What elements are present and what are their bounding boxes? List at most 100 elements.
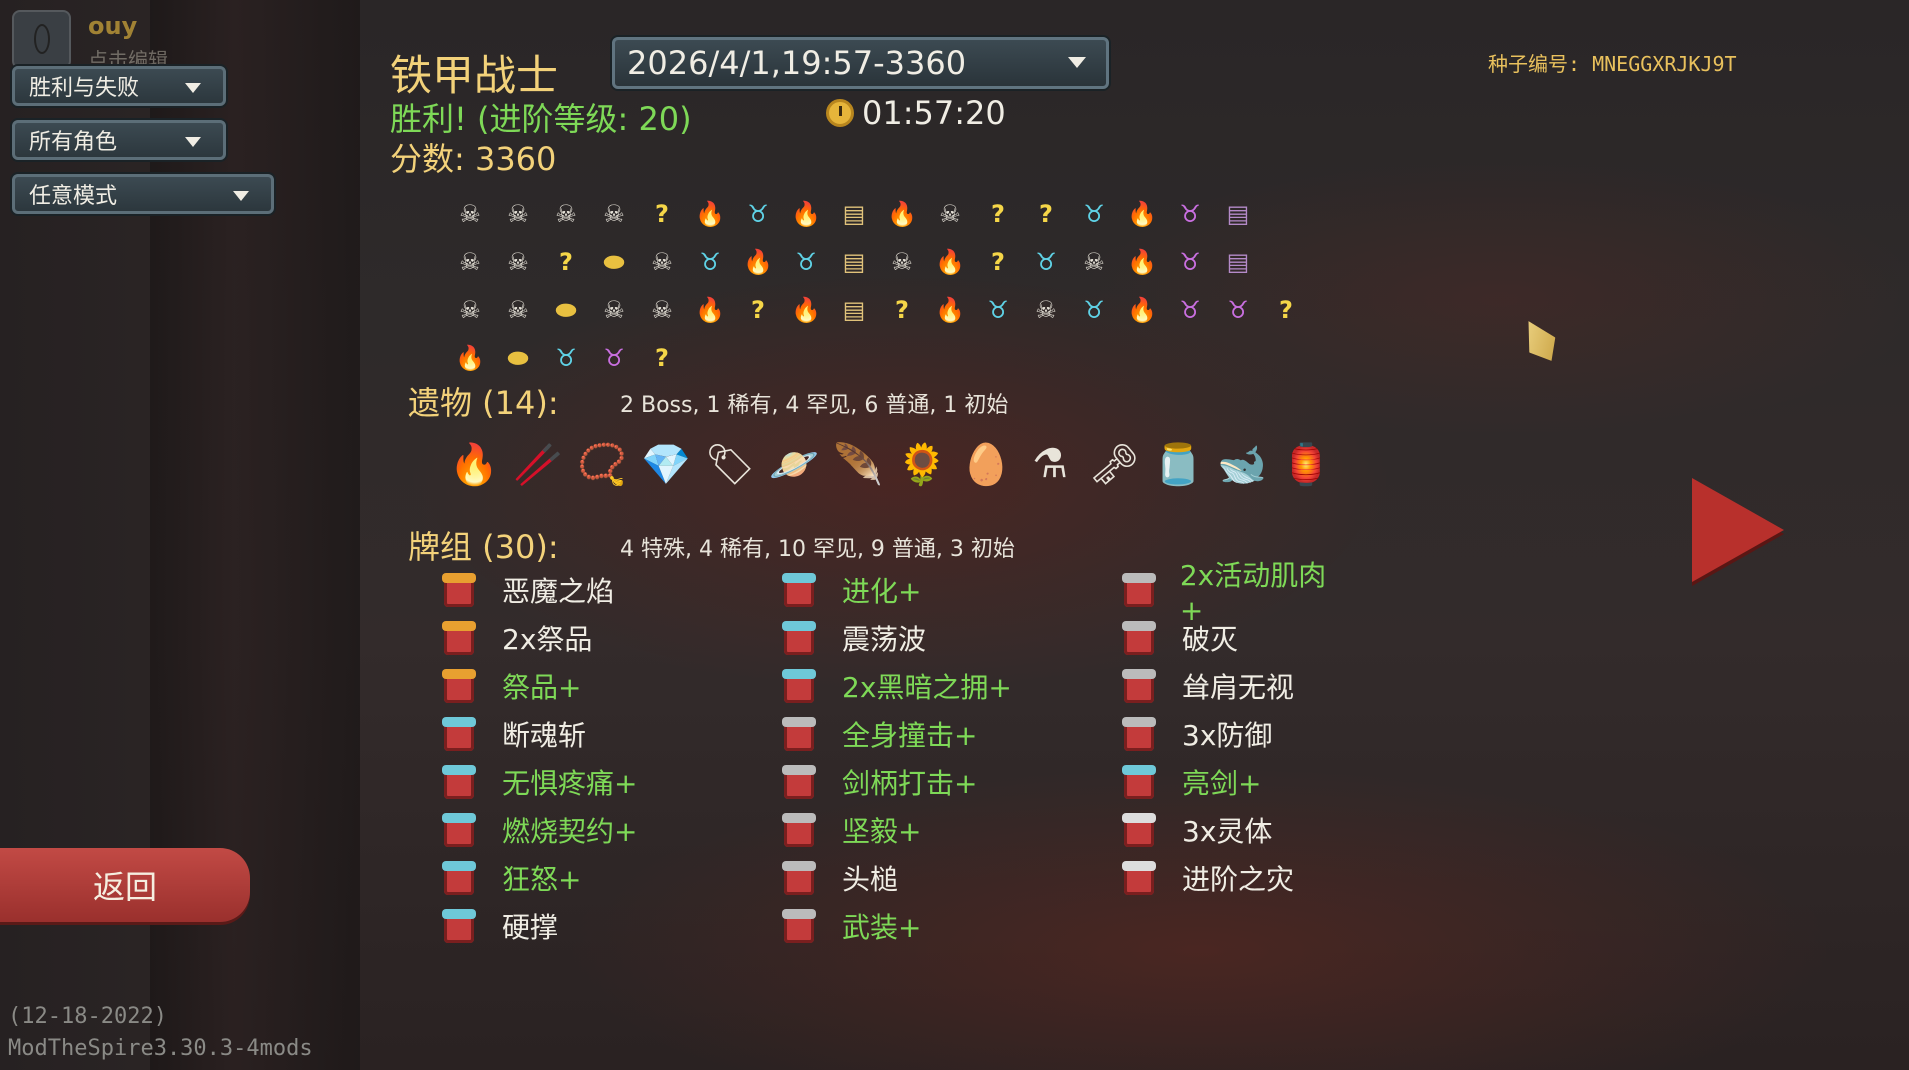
filter-character-dropdown[interactable]: 所有角色 bbox=[12, 120, 226, 160]
rest-site-icon[interactable]: 🔥 bbox=[782, 190, 830, 238]
deck-card[interactable]: 进化+ bbox=[780, 566, 921, 614]
deck-card[interactable]: 武装+ bbox=[780, 902, 921, 950]
rest-site-icon[interactable]: 🔥 bbox=[1118, 238, 1166, 286]
gem-relic-icon[interactable]: 💎 bbox=[634, 432, 698, 496]
deck-card[interactable]: 祭品+ bbox=[440, 662, 581, 710]
elite-icon[interactable]: ♉ bbox=[782, 238, 830, 286]
rest-site-icon[interactable]: 🔥 bbox=[926, 286, 974, 334]
run-select-dropdown[interactable]: 2026/4/1,19:57-3360 bbox=[612, 37, 1109, 89]
monster-icon[interactable]: ☠ bbox=[926, 190, 974, 238]
elite-icon[interactable]: ♉ bbox=[1022, 238, 1070, 286]
deck-card[interactable]: 耸肩无视 bbox=[1120, 662, 1294, 710]
deck-card[interactable]: 全身撞击+ bbox=[780, 710, 977, 758]
rest-site-icon[interactable]: 🔥 bbox=[878, 190, 926, 238]
monster-icon[interactable]: ☠ bbox=[590, 190, 638, 238]
burning-blood-relic-icon[interactable]: 🔥 bbox=[442, 432, 506, 496]
filter-mode-dropdown[interactable]: 任意模式 bbox=[12, 174, 274, 214]
shop-icon[interactable]: ⬬ bbox=[494, 334, 542, 382]
monster-icon[interactable]: ☠ bbox=[446, 190, 494, 238]
deck-card[interactable]: 狂怒+ bbox=[440, 854, 581, 902]
beads-relic-icon[interactable]: 📿 bbox=[570, 432, 634, 496]
elite-icon[interactable]: ♉ bbox=[542, 334, 590, 382]
deck-card[interactable]: 进阶之灾 bbox=[1120, 854, 1294, 902]
monster-icon[interactable]: ☠ bbox=[638, 286, 686, 334]
deck-card[interactable]: 2x活动肌肉+ bbox=[1120, 559, 1340, 627]
monster-icon[interactable]: ☠ bbox=[494, 238, 542, 286]
monster-icon[interactable]: ☠ bbox=[1022, 286, 1070, 334]
deck-card[interactable]: 无惧疼痛+ bbox=[440, 758, 637, 806]
monster-icon[interactable]: ☠ bbox=[494, 190, 542, 238]
flask-relic-icon[interactable]: ⚗ bbox=[1018, 432, 1082, 496]
unknown-room-icon[interactable]: ? bbox=[878, 286, 926, 334]
fire-jar-relic-icon[interactable]: 🏮 bbox=[1274, 432, 1338, 496]
elite-icon[interactable]: ♉ bbox=[1070, 190, 1118, 238]
monster-icon[interactable]: ☠ bbox=[638, 238, 686, 286]
boss-icon[interactable]: ♉ bbox=[1166, 190, 1214, 238]
unknown-room-icon[interactable]: ? bbox=[1022, 190, 1070, 238]
shop-icon[interactable]: ⬬ bbox=[542, 286, 590, 334]
rest-site-icon[interactable]: 🔥 bbox=[782, 286, 830, 334]
profile-avatar[interactable] bbox=[12, 10, 71, 69]
rest-site-icon[interactable]: 🔥 bbox=[686, 286, 734, 334]
deck-card[interactable]: 剑柄打击+ bbox=[780, 758, 977, 806]
deck-card[interactable]: 亮剑+ bbox=[1120, 758, 1261, 806]
monster-icon[interactable]: ☠ bbox=[542, 190, 590, 238]
deck-card[interactable]: 震荡波 bbox=[780, 614, 926, 662]
filter-result-dropdown[interactable]: 胜利与失败 bbox=[12, 66, 226, 106]
deck-card[interactable]: 破灭 bbox=[1120, 614, 1238, 662]
deck-card[interactable]: 3x灵体 bbox=[1120, 806, 1272, 854]
deck-card[interactable]: 坚毅+ bbox=[780, 806, 921, 854]
boss-icon[interactable]: ♉ bbox=[1166, 238, 1214, 286]
boss-icon[interactable]: ♉ bbox=[1166, 286, 1214, 334]
elite-icon[interactable]: ♉ bbox=[1070, 286, 1118, 334]
deck-card[interactable]: 燃烧契约+ bbox=[440, 806, 637, 854]
deck-card[interactable]: 3x防御 bbox=[1120, 710, 1272, 758]
unknown-room-icon[interactable]: ? bbox=[1262, 286, 1310, 334]
unknown-room-icon[interactable]: ? bbox=[734, 286, 782, 334]
deck-card[interactable]: 恶魔之焰 bbox=[440, 566, 614, 614]
unknown-room-icon[interactable]: ? bbox=[542, 238, 590, 286]
boss-chest-icon[interactable]: ▤ bbox=[1214, 238, 1262, 286]
sunflower-relic-icon[interactable]: 🌻 bbox=[890, 432, 954, 496]
orbit-relic-icon[interactable]: 🪐 bbox=[762, 432, 826, 496]
rest-site-icon[interactable]: 🔥 bbox=[1118, 286, 1166, 334]
tag-relic-icon[interactable]: 🏷 bbox=[698, 432, 762, 496]
monster-icon[interactable]: ☠ bbox=[494, 286, 542, 334]
boss-icon[interactable]: ♉ bbox=[590, 334, 638, 382]
horn-relic-icon[interactable]: 🪶 bbox=[826, 432, 890, 496]
jar-relic-icon[interactable]: 🫙 bbox=[1146, 432, 1210, 496]
profile-name[interactable]: ouy bbox=[88, 12, 137, 40]
monster-icon[interactable]: ☠ bbox=[446, 238, 494, 286]
monster-icon[interactable]: ☠ bbox=[446, 286, 494, 334]
nunchaku-relic-icon[interactable]: 🥢 bbox=[506, 432, 570, 496]
elite-icon[interactable]: ♉ bbox=[686, 238, 734, 286]
back-button[interactable]: 返回 bbox=[0, 848, 250, 922]
rest-site-icon[interactable]: 🔥 bbox=[734, 238, 782, 286]
treasure-icon[interactable]: ▤ bbox=[830, 286, 878, 334]
elite-icon[interactable]: ♉ bbox=[974, 286, 1022, 334]
boss-chest-icon[interactable]: ▤ bbox=[1214, 190, 1262, 238]
rest-site-icon[interactable]: 🔥 bbox=[686, 190, 734, 238]
treasure-icon[interactable]: ▤ bbox=[830, 190, 878, 238]
deck-card[interactable]: 硬撑 bbox=[440, 902, 558, 950]
key-relic-icon[interactable]: 🗝 bbox=[1082, 432, 1146, 496]
unknown-room-icon[interactable]: ? bbox=[974, 238, 1022, 286]
deck-card[interactable]: 2x祭品 bbox=[440, 614, 592, 662]
deck-card[interactable]: 头槌 bbox=[780, 854, 898, 902]
shop-icon[interactable]: ⬬ bbox=[590, 238, 638, 286]
monster-icon[interactable]: ☠ bbox=[878, 238, 926, 286]
unknown-room-icon[interactable]: ? bbox=[638, 190, 686, 238]
boss-icon[interactable]: ♉ bbox=[1214, 286, 1262, 334]
monster-icon[interactable]: ☠ bbox=[590, 286, 638, 334]
elite-icon[interactable]: ♉ bbox=[734, 190, 782, 238]
whale-relic-icon[interactable]: 🐋 bbox=[1210, 432, 1274, 496]
treasure-icon[interactable]: ▤ bbox=[830, 238, 878, 286]
deck-card[interactable]: 2x黑暗之拥+ bbox=[780, 662, 1012, 710]
rest-site-icon[interactable]: 🔥 bbox=[1118, 190, 1166, 238]
deck-card[interactable]: 断魂斩 bbox=[440, 710, 586, 758]
rest-site-icon[interactable]: 🔥 bbox=[926, 238, 974, 286]
monster-icon[interactable]: ☠ bbox=[1070, 238, 1118, 286]
rest-site-icon[interactable]: 🔥 bbox=[446, 334, 494, 382]
unknown-room-icon[interactable]: ? bbox=[638, 334, 686, 382]
next-run-arrow-icon[interactable] bbox=[1692, 478, 1784, 582]
